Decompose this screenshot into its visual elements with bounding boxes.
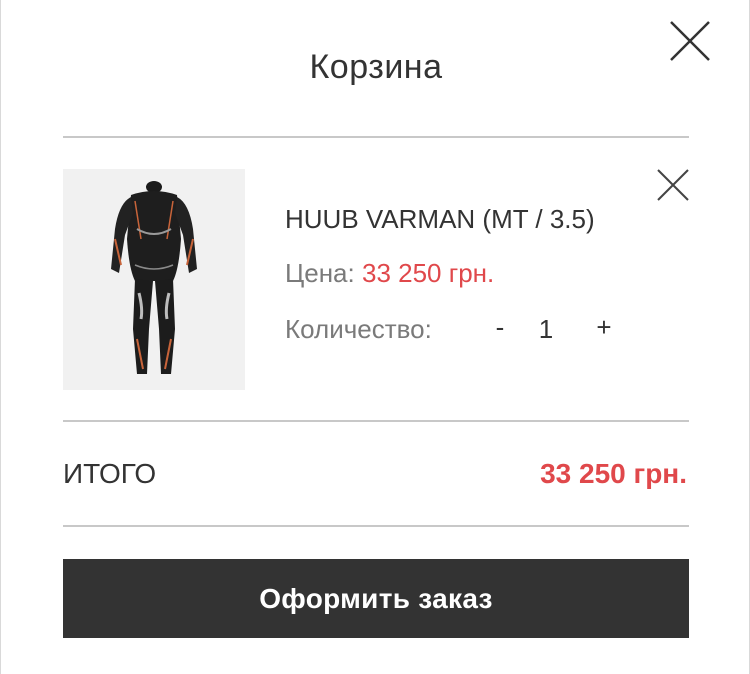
quantity-decrease-button[interactable]: - xyxy=(493,312,507,343)
product-name[interactable]: HUUB VARMAN (MT / 3.5) xyxy=(285,204,595,235)
checkout-button[interactable]: Оформить заказ xyxy=(63,559,689,638)
price-row: Цена: 33 250 грн. xyxy=(285,258,494,289)
divider xyxy=(63,420,689,422)
cart-title: Корзина xyxy=(309,48,443,86)
quantity-value: 1 xyxy=(538,314,554,344)
remove-item-icon[interactable] xyxy=(656,168,690,202)
price-value: 33 250 грн. xyxy=(361,258,495,288)
quantity-increase-button[interactable]: + xyxy=(595,312,613,343)
divider xyxy=(63,525,689,527)
total-value: 33 250 грн. xyxy=(540,458,687,489)
product-image[interactable] xyxy=(63,169,245,390)
cart-modal: Корзина HUUB VARMAN (MT / 3.5) Цена: 33 … xyxy=(0,0,750,674)
quantity-label: Количество: xyxy=(285,314,432,344)
divider xyxy=(63,136,689,138)
price-label: Цена: xyxy=(285,258,355,288)
total-label: ИТОГО xyxy=(63,458,157,489)
